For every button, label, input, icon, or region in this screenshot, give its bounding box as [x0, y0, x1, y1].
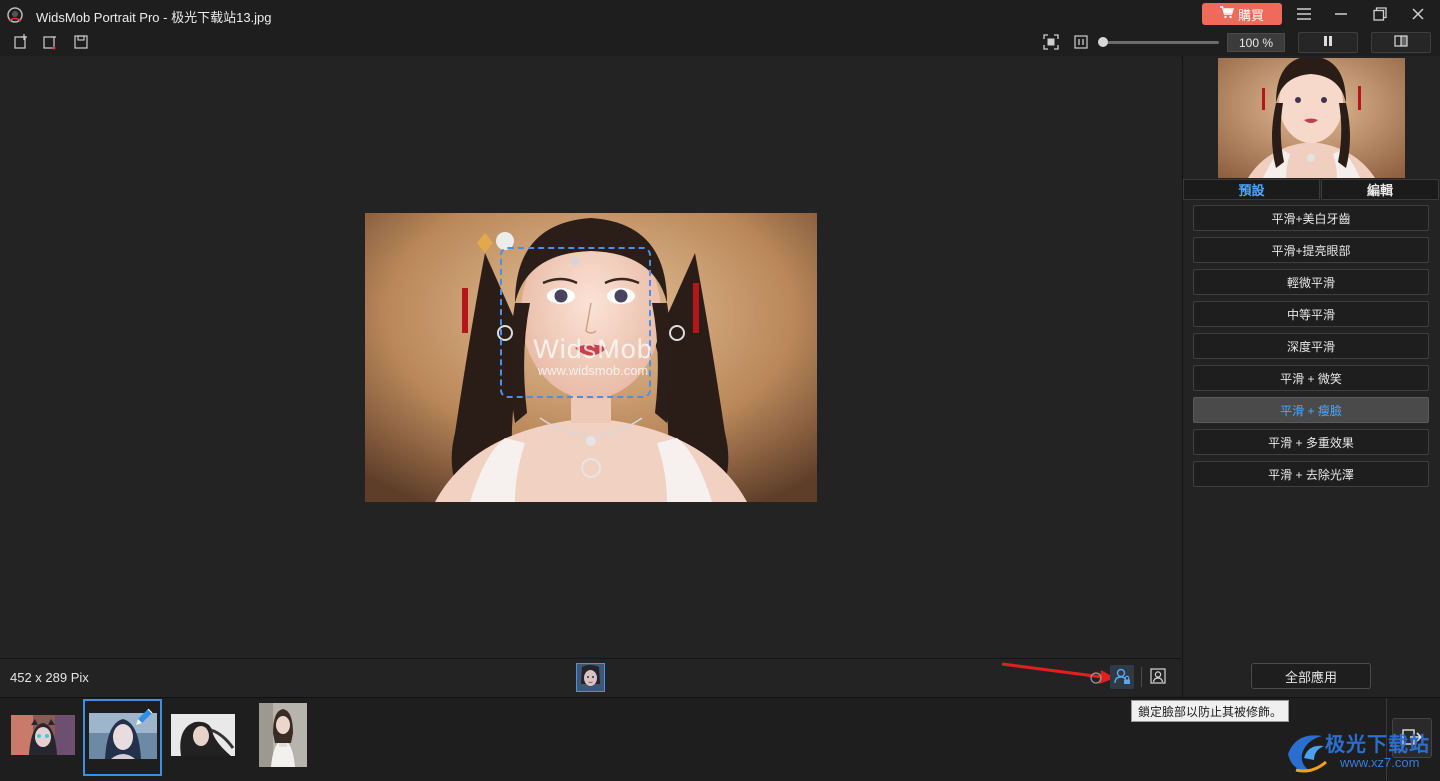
filmstrip-thumbnail-1[interactable]	[11, 715, 75, 755]
hamburger-icon	[1297, 7, 1311, 23]
lock-face-icon	[1113, 667, 1131, 688]
maximize-button[interactable]	[1368, 4, 1392, 26]
preset-item[interactable]: 平滑 + 瘦臉	[1193, 397, 1429, 423]
detected-face-thumbnail[interactable]	[576, 663, 605, 692]
zoom-slider-thumb[interactable]	[1098, 37, 1108, 47]
site-logo-name: 极光下载站	[1325, 734, 1430, 756]
add-file-icon	[13, 33, 29, 53]
watermark-url: www.widsmob.com	[537, 363, 649, 378]
zoom-slider-track[interactable]	[1101, 41, 1219, 44]
actual-size-icon	[1074, 34, 1088, 52]
app-logo-icon	[6, 6, 24, 24]
close-icon	[1412, 7, 1424, 23]
single-view-button[interactable]	[1298, 32, 1358, 53]
filmstrip-thumbnail-3[interactable]	[171, 714, 235, 756]
add-file-button[interactable]	[12, 33, 30, 53]
split-view-icon	[1394, 35, 1408, 50]
menu-button[interactable]	[1292, 4, 1316, 26]
cart-icon	[1219, 6, 1234, 22]
watermark-title: WidsMob	[533, 334, 653, 364]
zoom-value-input[interactable]: 100 %	[1227, 33, 1285, 52]
preset-item[interactable]: 中等平滑	[1193, 301, 1429, 327]
tab-presets[interactable]: 預設	[1183, 179, 1320, 200]
status-divider	[1141, 667, 1142, 687]
save-icon	[74, 34, 88, 52]
preview-image	[1218, 58, 1405, 178]
toolbar	[0, 30, 1440, 57]
preset-item[interactable]: 平滑 + 去除光澤	[1193, 461, 1429, 487]
buy-button-label: 購買	[1237, 7, 1264, 23]
restore-icon	[1373, 6, 1387, 24]
minimize-icon	[1335, 8, 1347, 23]
preset-item[interactable]: 平滑+美白牙齒	[1193, 205, 1429, 231]
actual-size-button[interactable]	[1072, 34, 1090, 52]
preset-item[interactable]: 平滑 + 微笑	[1193, 365, 1429, 391]
preset-item[interactable]: 平滑+提亮眼部	[1193, 237, 1429, 263]
minimize-button[interactable]	[1329, 4, 1353, 26]
window-title: WidsMob Portrait Pro - 极光下载站13.jpg	[36, 10, 272, 25]
edited-pencil-icon	[132, 705, 156, 729]
preset-item[interactable]: 輕微平滑	[1193, 269, 1429, 295]
site-logo-url: www.xz7.com	[1340, 755, 1420, 770]
remove-file-button[interactable]	[41, 34, 59, 52]
remove-file-icon	[42, 34, 58, 53]
image-size-label: 452 x 289 Pix	[10, 670, 89, 685]
preset-item[interactable]: 深度平滑	[1193, 333, 1429, 359]
pause-view-icon	[1322, 35, 1334, 50]
preset-item[interactable]: 平滑 + 多重效果	[1193, 429, 1429, 455]
save-button[interactable]	[72, 34, 90, 52]
tab-edit[interactable]: 編輯	[1321, 179, 1439, 200]
fit-screen-icon	[1043, 33, 1059, 53]
portrait-mode-button[interactable]	[1148, 667, 1168, 687]
buy-button[interactable]: 購買	[1202, 3, 1282, 25]
filmstrip-thumbnail-4[interactable]	[259, 703, 307, 767]
face-outline-icon	[1089, 672, 1103, 688]
close-button[interactable]	[1406, 4, 1430, 26]
lock-face-button[interactable]	[1110, 665, 1134, 689]
apply-all-button[interactable]: 全部應用	[1251, 663, 1371, 689]
compare-view-button[interactable]	[1371, 32, 1431, 53]
watermark: WidsMob www.widsmob.com	[518, 334, 668, 378]
portrait-icon	[1150, 667, 1166, 687]
fit-screen-button[interactable]	[1042, 33, 1060, 53]
undo-face-button[interactable]	[1089, 671, 1103, 685]
lock-face-tooltip: 鎖定臉部以防止其被修飾。	[1131, 700, 1290, 722]
